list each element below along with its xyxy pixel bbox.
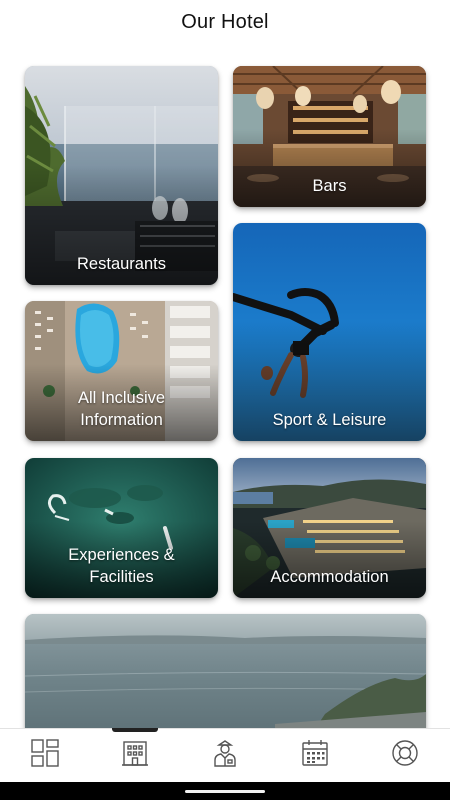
nav-item-dashboard[interactable] [0,729,90,782]
card-sea-view[interactable] [25,614,426,744]
card-label-sport: Sport & Leisure [272,411,387,429]
dashboard-icon [30,738,60,773]
lifebuoy-icon [390,738,420,773]
calendar-icon [300,738,330,773]
card-accommodation[interactable]: Accommodation [233,458,426,598]
card-label-bars: Bars [312,177,347,195]
hotel-building-icon [120,738,150,773]
card-all-inclusive-information[interactable]: All Inclusive Information [25,301,218,441]
home-gesture-handle[interactable] [185,790,265,793]
card-label-all-inclusive: All Inclusive Information [77,389,166,429]
app-header: Our Hotel [0,0,450,44]
active-tab-indicator [112,728,158,732]
card-experiences-facilities[interactable]: Experiences & Facilities [25,458,218,598]
bottom-navigation [0,728,450,782]
card-restaurants[interactable]: Restaurants [25,66,218,285]
card-bars[interactable]: Bars [233,66,426,207]
sea-photo [25,614,426,744]
nav-item-concierge[interactable] [180,729,270,782]
card-label-restaurants: Restaurants [77,255,166,273]
nav-item-hotel[interactable] [90,728,180,782]
card-label-experiences: Experiences & Facilities [68,546,175,586]
card-sport-leisure[interactable]: Sport & Leisure [233,223,426,441]
nav-item-calendar[interactable] [270,729,360,782]
card-label-accommodation: Accommodation [270,568,389,586]
concierge-staff-icon [210,738,240,773]
page-title: Our Hotel [181,10,269,33]
nav-item-help[interactable] [360,729,450,782]
